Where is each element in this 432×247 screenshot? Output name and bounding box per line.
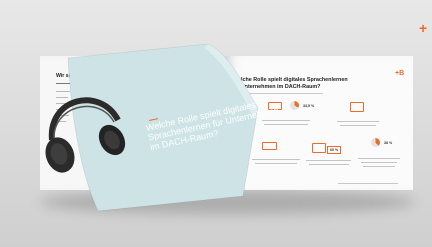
babbel-logo: +B	[395, 70, 405, 77]
stat-value: 60 %	[327, 146, 342, 154]
chart-icon	[312, 143, 326, 153]
stat-caption	[361, 162, 397, 164]
pie-chart-icon	[371, 138, 380, 147]
laptop-icon	[350, 102, 364, 112]
headphones-icon	[45, 97, 126, 173]
stat-caption	[337, 121, 379, 123]
stat-caption	[252, 159, 300, 161]
people-icon	[262, 142, 277, 150]
stat-caption	[309, 164, 349, 166]
stat-caption	[340, 125, 376, 127]
right-page-title: Welche Rolle spielt digitales Sprachenle…	[233, 77, 348, 90]
stat-caption	[255, 163, 297, 165]
stat-value: 33,5 %	[303, 104, 315, 108]
stat-caption	[363, 166, 395, 168]
stat-value: 38 %	[384, 141, 393, 145]
pie-chart-icon	[290, 101, 299, 110]
page-footer	[338, 183, 398, 184]
stat-caption	[358, 158, 400, 160]
stat-caption	[306, 160, 351, 162]
plus-icon: +	[419, 20, 428, 36]
